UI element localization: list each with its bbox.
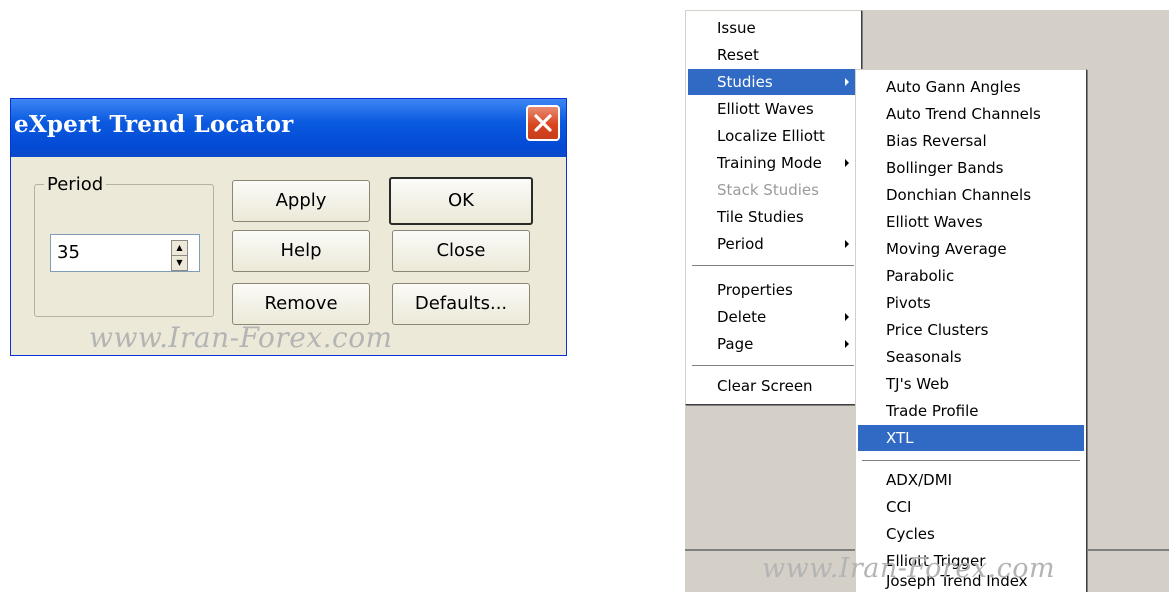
submenu-item-donchian-channels[interactable]: Donchian Channels <box>858 182 1084 208</box>
submenu-item-parabolic[interactable]: Parabolic <box>858 263 1084 289</box>
submenu-item-label: Bias Reversal <box>886 132 987 150</box>
submenu-item-trade-profile[interactable]: Trade Profile <box>858 398 1084 424</box>
menu-item-localize-elliott[interactable]: Localize Elliott <box>688 123 859 149</box>
menu-item-label: Period <box>717 235 764 253</box>
menu-item-page[interactable]: Page <box>688 331 859 357</box>
submenu-item-label: ADX/DMI <box>886 471 953 489</box>
period-value[interactable]: 35 <box>57 242 80 263</box>
menu-item-label: Localize Elliott <box>717 127 825 145</box>
studies-submenu: Auto Gann Angles Auto Trend Channels Bia… <box>855 69 1087 592</box>
close-button[interactable]: Close <box>392 230 530 272</box>
menu-item-label: Stack Studies <box>717 181 819 199</box>
menu-item-label: Training Mode <box>717 154 822 172</box>
menu-item-period[interactable]: Period <box>688 231 859 257</box>
submenu-arrow-icon <box>845 340 849 348</box>
menu-item-label: Delete <box>717 308 767 326</box>
apply-button[interactable]: Apply <box>232 180 370 222</box>
menu-item-label: Properties <box>717 281 793 299</box>
submenu-item-adx-dmi[interactable]: ADX/DMI <box>858 467 1084 493</box>
menu-item-studies[interactable]: Studies <box>688 69 859 95</box>
dialog-watermark: www.Iran-Forex.com <box>89 321 393 354</box>
submenu-item-bias-reversal[interactable]: Bias Reversal <box>858 128 1084 154</box>
menu-item-label: Elliott Waves <box>717 100 814 118</box>
submenu-item-label: Elliott Waves <box>886 213 983 231</box>
submenu-item-label: CCI <box>886 498 912 516</box>
submenu-item-auto-gann-angles[interactable]: Auto Gann Angles <box>858 74 1084 100</box>
submenu-item-tjs-web[interactable]: TJ's Web <box>858 371 1084 397</box>
submenu-item-label: Cycles <box>886 525 935 543</box>
menu-item-label: Reset <box>717 46 759 64</box>
submenu-item-pivots[interactable]: Pivots <box>858 290 1084 316</box>
menu-item-clear-screen[interactable]: Clear Screen <box>688 373 859 399</box>
expert-trend-locator-dialog: eXpert Trend Locator Period 35 ▲ ▼ Apply… <box>10 98 567 356</box>
help-button[interactable]: Help <box>232 230 370 272</box>
submenu-item-cci[interactable]: CCI <box>858 494 1084 520</box>
menu-item-label: Tile Studies <box>717 208 804 226</box>
menu-item-label: Studies <box>717 73 773 91</box>
submenu-item-bollinger-bands[interactable]: Bollinger Bands <box>858 155 1084 181</box>
submenu-item-label: Parabolic <box>886 267 955 285</box>
submenu-item-elliott-waves[interactable]: Elliott Waves <box>858 209 1084 235</box>
submenu-separator <box>862 460 1080 462</box>
submenu-item-cycles[interactable]: Cycles <box>858 521 1084 547</box>
submenu-item-label: XTL <box>886 429 914 447</box>
submenu-item-xtl[interactable]: XTL <box>858 425 1084 451</box>
period-group-label: Period <box>44 174 107 195</box>
dialog-title-bar[interactable]: eXpert Trend Locator <box>11 99 566 157</box>
submenu-item-label: Auto Gann Angles <box>886 78 1021 96</box>
submenu-item-seasonals[interactable]: Seasonals <box>858 344 1084 370</box>
submenu-item-label: Trade Profile <box>886 402 979 420</box>
submenu-item-moving-average[interactable]: Moving Average <box>858 236 1084 262</box>
remove-button[interactable]: Remove <box>232 283 370 325</box>
menu-item-properties[interactable]: Properties <box>688 277 859 303</box>
submenu-item-label: Moving Average <box>886 240 1007 258</box>
period-spin-input[interactable]: 35 ▲ ▼ <box>50 234 200 272</box>
submenu-item-label: Auto Trend Channels <box>886 105 1041 123</box>
menu-item-issue[interactable]: Issue <box>688 15 859 41</box>
menu-item-label: Issue <box>717 19 756 37</box>
menu-separator <box>692 265 854 267</box>
ok-button[interactable]: OK <box>389 177 533 225</box>
submenu-item-label: Bollinger Bands <box>886 159 1004 177</box>
menu-item-elliott-waves[interactable]: Elliott Waves <box>688 96 859 122</box>
submenu-item-label: Donchian Channels <box>886 186 1032 204</box>
submenu-item-label: TJ's Web <box>886 375 949 393</box>
submenu-item-label: Pivots <box>886 294 931 312</box>
menu-separator <box>692 365 854 367</box>
spin-down-arrow-icon[interactable]: ▼ <box>171 255 188 271</box>
menu-item-stack-studies: Stack Studies <box>688 177 859 203</box>
close-icon[interactable] <box>526 105 560 141</box>
defaults-button[interactable]: Defaults... <box>392 283 530 325</box>
menu-item-label: Page <box>717 335 754 353</box>
submenu-arrow-icon <box>845 313 849 321</box>
submenu-arrow-icon <box>845 159 849 167</box>
menu-item-label: Clear Screen <box>717 377 813 395</box>
menu-item-delete[interactable]: Delete <box>688 304 859 330</box>
submenu-arrow-icon <box>845 240 849 248</box>
menu-item-reset[interactable]: Reset <box>688 42 859 68</box>
submenu-item-label: Seasonals <box>886 348 962 366</box>
submenu-arrow-icon <box>845 78 849 86</box>
menu-item-training-mode[interactable]: Training Mode <box>688 150 859 176</box>
dialog-title: eXpert Trend Locator <box>14 111 294 138</box>
context-menu: Issue Reset Studies Elliott Waves Locali… <box>685 10 862 405</box>
submenu-item-auto-trend-channels[interactable]: Auto Trend Channels <box>858 101 1084 127</box>
submenu-item-label: Price Clusters <box>886 321 989 339</box>
menu-item-tile-studies[interactable]: Tile Studies <box>688 204 859 230</box>
spin-up-arrow-icon[interactable]: ▲ <box>171 240 188 256</box>
submenu-item-price-clusters[interactable]: Price Clusters <box>858 317 1084 343</box>
bottom-watermark: www.Iran-Forex.com <box>762 553 1056 584</box>
